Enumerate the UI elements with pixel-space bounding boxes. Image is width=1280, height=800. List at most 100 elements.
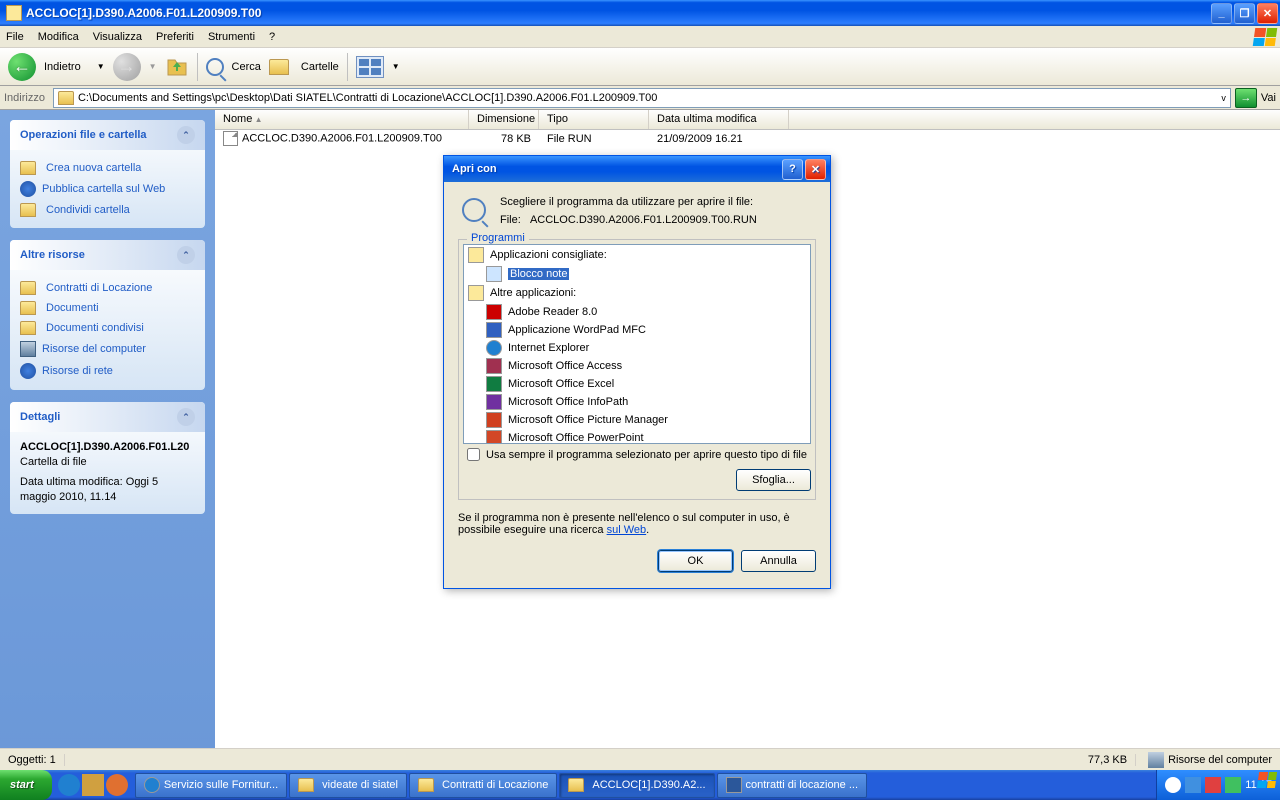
- menu-favorites[interactable]: Preferiti: [156, 31, 194, 43]
- search-label[interactable]: Cerca: [232, 61, 261, 73]
- taskbar: start Servizio sulle Fornitur... videate…: [0, 770, 1280, 800]
- col-name[interactable]: Nome: [215, 110, 469, 129]
- search-file-icon: [458, 194, 490, 226]
- collapse-icon[interactable]: ⌃: [177, 126, 195, 144]
- parent-folder-link[interactable]: Contratti di Locazione: [20, 278, 195, 298]
- other-places-box: Altre risorse⌃ Contratti di Locazione Do…: [10, 240, 205, 390]
- col-type[interactable]: Tipo: [539, 110, 649, 129]
- open-with-dialog: Apri con ? ✕ Scegliere il programma da u…: [443, 155, 831, 589]
- menu-help[interactable]: ?: [269, 31, 275, 43]
- tray-icon[interactable]: [1165, 777, 1181, 793]
- shared-docs-link[interactable]: Documenti condivisi: [20, 318, 195, 338]
- publish-web-link[interactable]: Pubblica cartella sul Web: [20, 178, 195, 200]
- back-button[interactable]: ←: [8, 53, 36, 81]
- word-icon: [726, 777, 742, 793]
- views-dropdown[interactable]: ▼: [392, 62, 400, 71]
- back-dropdown[interactable]: ▼: [97, 62, 105, 71]
- address-path: C:\Documents and Settings\pc\Desktop\Dat…: [78, 92, 657, 104]
- dialog-close-button[interactable]: ✕: [805, 159, 826, 180]
- program-infopath[interactable]: Microsoft Office InfoPath: [464, 393, 810, 411]
- ie-icon: [144, 777, 160, 793]
- search-icon[interactable]: [206, 58, 224, 76]
- file-row[interactable]: ACCLOC.D390.A2006.F01.L200909.T00 78 KB …: [215, 130, 1280, 147]
- taskbar-item-folder1[interactable]: videate di siatel: [289, 773, 407, 798]
- menu-file[interactable]: File: [6, 31, 24, 43]
- go-button[interactable]: →: [1235, 88, 1257, 108]
- program-adobe[interactable]: Adobe Reader 8.0: [464, 303, 810, 321]
- address-input[interactable]: C:\Documents and Settings\pc\Desktop\Dat…: [53, 88, 1231, 108]
- minimize-button[interactable]: _: [1211, 3, 1232, 24]
- views-button[interactable]: [356, 56, 384, 78]
- column-headers: Nome Dimensione Tipo Data ultima modific…: [215, 110, 1280, 130]
- program-notepad[interactable]: Blocco note: [464, 265, 810, 283]
- details-name: ACCLOC[1].D390.A2006.F01.L20: [20, 440, 195, 455]
- web-search-link[interactable]: sul Web: [607, 524, 647, 536]
- picmgr-icon: [486, 412, 502, 428]
- details-box: Dettagli⌃ ACCLOC[1].D390.A2006.F01.L20 C…: [10, 402, 205, 514]
- taskbar-item-current[interactable]: ACCLOC[1].D390.A2...: [559, 773, 714, 798]
- computer-icon: [20, 341, 36, 357]
- share-folder-link[interactable]: Condividi cartella: [20, 200, 195, 220]
- browse-button[interactable]: Sfoglia...: [736, 469, 811, 491]
- dialog-footer-note: Se il programma non è presente nell'elen…: [458, 508, 816, 546]
- powerpoint-icon: [486, 430, 502, 444]
- menu-edit[interactable]: Modifica: [38, 31, 79, 43]
- menu-view[interactable]: Visualizza: [93, 31, 142, 43]
- taskbar-item-word[interactable]: contratti di locazione ...: [717, 773, 868, 798]
- menu-tools[interactable]: Strumenti: [208, 31, 255, 43]
- file-label: File:: [500, 214, 521, 226]
- always-use-checkbox[interactable]: [467, 448, 480, 461]
- program-excel[interactable]: Microsoft Office Excel: [464, 375, 810, 393]
- folders-label[interactable]: Cartelle: [301, 61, 339, 73]
- file-name: ACCLOC.D390.A2006.F01.L200909.T00.RUN: [530, 214, 757, 226]
- always-use-label: Usa sempre il programma selezionato per …: [486, 449, 807, 461]
- programs-legend: Programmi: [467, 232, 529, 244]
- close-button[interactable]: ✕: [1257, 3, 1278, 24]
- status-location: Risorse del computer: [1168, 754, 1272, 766]
- program-wordpad[interactable]: Applicazione WordPad MFC: [464, 321, 810, 339]
- tray-icon[interactable]: [1205, 777, 1221, 793]
- collapse-icon[interactable]: ⌃: [177, 246, 195, 264]
- col-date[interactable]: Data ultima modifica: [649, 110, 789, 129]
- desktop-icon[interactable]: [82, 774, 104, 796]
- maximize-button[interactable]: ❐: [1234, 3, 1255, 24]
- address-dropdown[interactable]: v: [1221, 93, 1226, 103]
- new-folder-link[interactable]: Crea nuova cartella: [20, 158, 195, 178]
- network-link[interactable]: Risorse di rete: [20, 360, 195, 382]
- forward-dropdown[interactable]: ▼: [149, 62, 157, 71]
- collapse-icon[interactable]: ⌃: [177, 408, 195, 426]
- back-label[interactable]: Indietro: [44, 61, 81, 73]
- dialog-help-button[interactable]: ?: [782, 159, 803, 180]
- computer-icon: [1148, 752, 1164, 768]
- quick-launch: [52, 774, 134, 796]
- folders-icon[interactable]: [269, 59, 289, 75]
- ie-icon[interactable]: [58, 774, 80, 796]
- tray-icon[interactable]: [1185, 777, 1201, 793]
- taskbar-item-ie[interactable]: Servizio sulle Fornitur...: [135, 773, 287, 798]
- ok-button[interactable]: OK: [658, 550, 733, 572]
- media-icon[interactable]: [106, 774, 128, 796]
- program-ie[interactable]: Internet Explorer: [464, 339, 810, 357]
- dialog-instruction: Scegliere il programma da utilizzare per…: [500, 194, 757, 212]
- my-computer-link[interactable]: Risorse del computer: [20, 338, 195, 360]
- dialog-titlebar[interactable]: Apri con ? ✕: [444, 156, 830, 182]
- program-access[interactable]: Microsoft Office Access: [464, 357, 810, 375]
- cancel-button[interactable]: Annulla: [741, 550, 816, 572]
- go-label[interactable]: Vai: [1261, 92, 1276, 104]
- notepad-icon: [486, 266, 502, 282]
- window-titlebar: ACCLOC[1].D390.A2006.F01.L200909.T00 _ ❐…: [0, 0, 1280, 26]
- tray-icon[interactable]: [1225, 777, 1241, 793]
- documents-link[interactable]: Documenti: [20, 298, 195, 318]
- dialog-title: Apri con: [452, 163, 780, 175]
- start-button[interactable]: start: [0, 770, 52, 800]
- up-folder-button[interactable]: [165, 55, 189, 79]
- col-size[interactable]: Dimensione: [469, 110, 539, 129]
- details-type: Cartella di file: [20, 455, 195, 470]
- forward-button[interactable]: →: [113, 53, 141, 81]
- program-powerpoint[interactable]: Microsoft Office PowerPoint: [464, 429, 810, 444]
- group-icon: [468, 247, 484, 263]
- excel-icon: [486, 376, 502, 392]
- program-picmgr[interactable]: Microsoft Office Picture Manager: [464, 411, 810, 429]
- taskbar-item-folder2[interactable]: Contratti di Locazione: [409, 773, 557, 798]
- program-list[interactable]: Applicazioni consigliate: Blocco note Al…: [463, 244, 811, 444]
